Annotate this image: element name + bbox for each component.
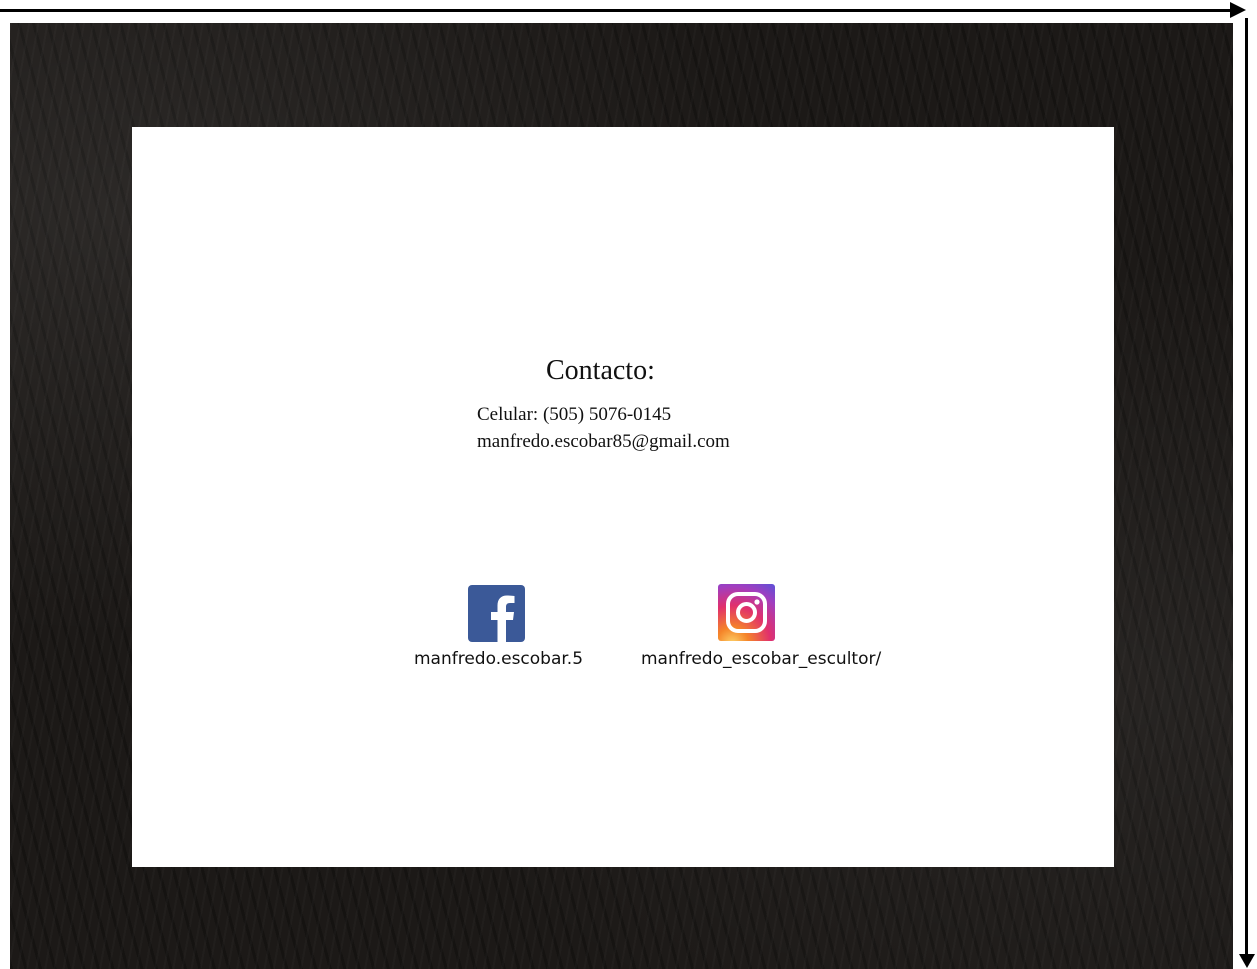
right-arrow-icon	[1230, 2, 1246, 18]
facebook-icon[interactable]	[468, 585, 525, 642]
phone-number: Celular: (505) 5076-0145	[477, 404, 672, 425]
instagram-icon[interactable]	[718, 584, 775, 641]
facebook-handle[interactable]: manfredo.escobar.5	[414, 649, 583, 669]
horizontal-arrow-line	[0, 9, 1232, 12]
down-arrow-icon	[1239, 954, 1255, 968]
email-address[interactable]: manfredo.escobar85@gmail.com	[477, 431, 730, 453]
instagram-handle[interactable]: manfredo_escobar_escultor/	[641, 649, 881, 669]
contact-title: Contacto:	[546, 355, 655, 386]
contact-card	[132, 127, 1114, 867]
vertical-arrow-line	[1245, 18, 1248, 958]
